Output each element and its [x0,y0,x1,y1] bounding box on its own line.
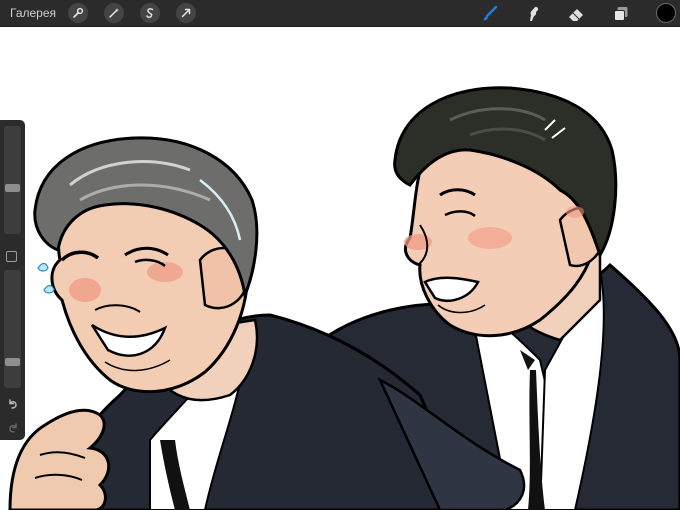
opacity-slider[interactable] [4,270,21,388]
eraser-button[interactable] [565,3,587,25]
brush-size-thumb[interactable] [5,184,20,192]
smudge-button[interactable] [522,3,544,25]
transform-icon [181,8,191,18]
left-sidebar [0,120,25,440]
transform-button[interactable] [176,3,196,23]
color-swatch-button[interactable] [656,3,676,23]
undo-button[interactable] [6,397,20,411]
undo-icon [9,399,17,409]
wrench-button[interactable] [68,3,88,23]
wrench-icon [73,7,84,18]
brush-button[interactable] [478,3,500,25]
drawing-canvas[interactable] [0,27,680,510]
magic-wand-icon [109,8,119,18]
selection-icon [146,8,154,18]
top-toolbar: Галерея [0,0,680,27]
modify-button[interactable] [6,251,17,262]
adjustments-button[interactable] [104,3,124,23]
redo-button[interactable] [6,421,20,435]
brush-size-slider[interactable] [4,126,21,234]
eraser-icon [569,9,583,21]
selection-button[interactable] [140,3,160,23]
illustration [8,86,680,510]
brush-icon [483,5,498,21]
layers-button[interactable] [610,3,632,25]
opacity-thumb[interactable] [5,358,20,366]
layers-icon [614,7,628,21]
redo-icon [9,423,17,433]
gallery-link[interactable]: Галерея [10,6,56,20]
smudge-icon [530,6,539,21]
